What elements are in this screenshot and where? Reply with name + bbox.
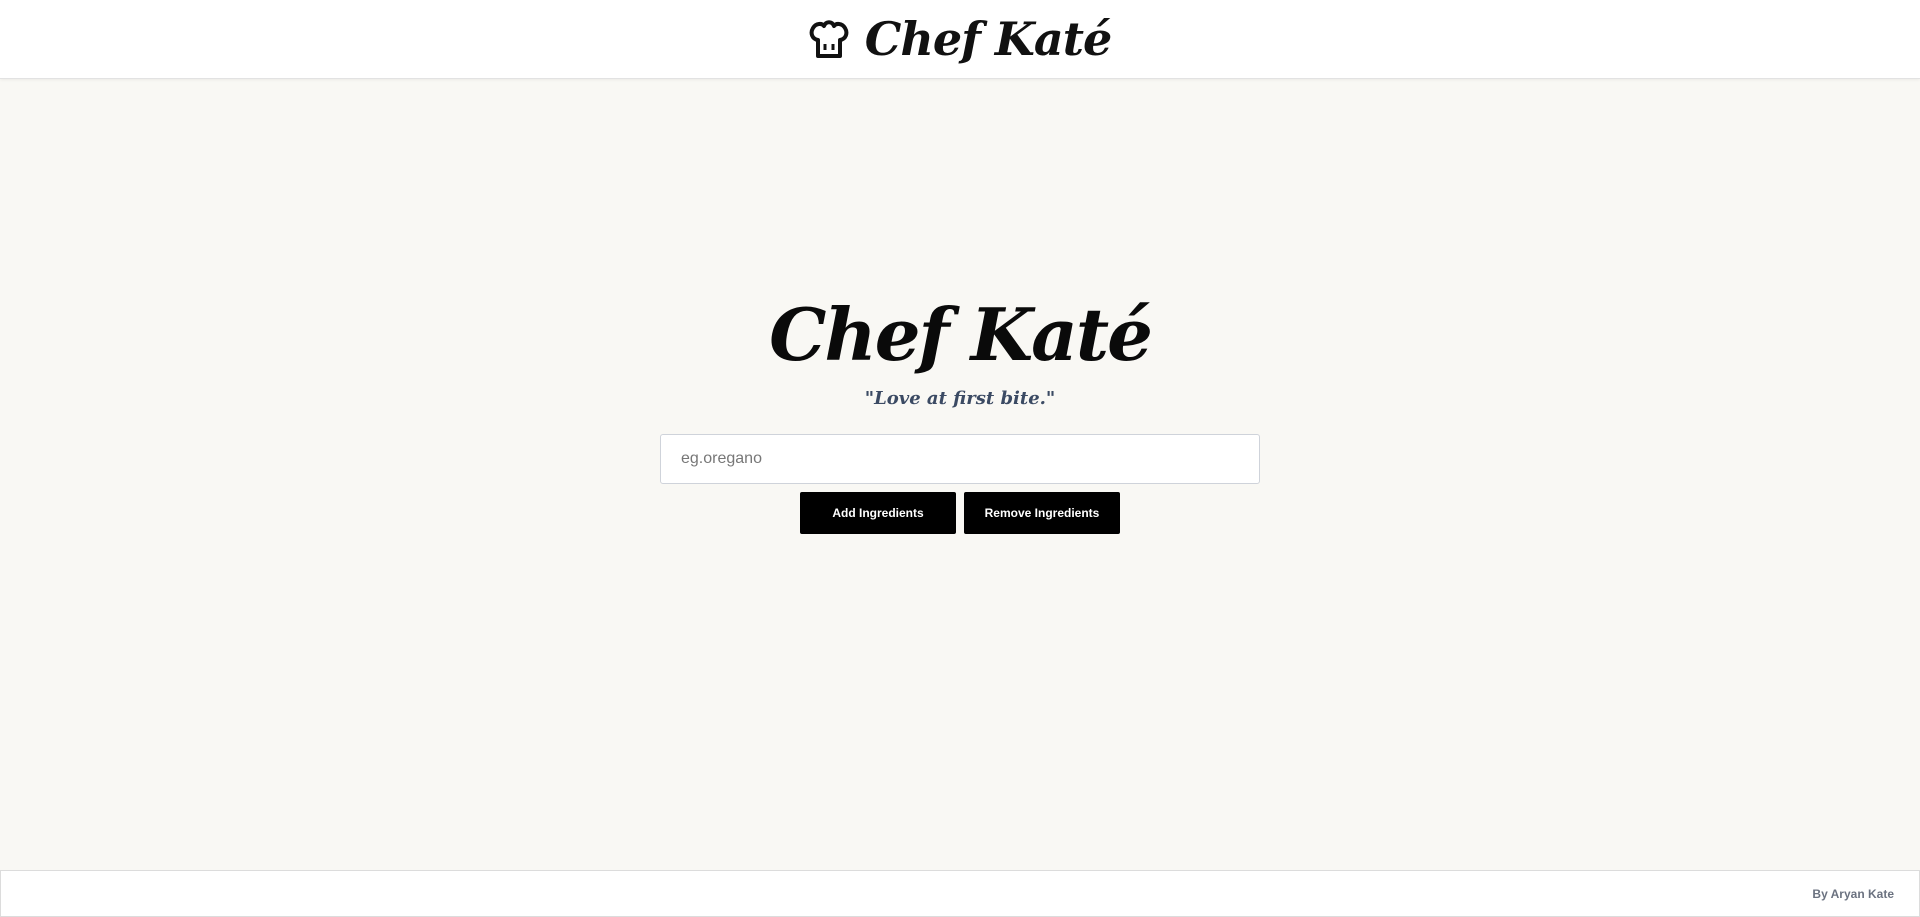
chef-hat-icon (809, 18, 849, 60)
footer-credit: By Aryan Kate (1812, 886, 1894, 901)
tagline: "Love at first bite." (864, 388, 1056, 409)
ingredient-input[interactable] (660, 434, 1260, 484)
remove-ingredients-button[interactable]: Remove Ingredients (964, 492, 1120, 534)
brand-title: Chef Katé (864, 12, 1112, 66)
footer: By Aryan Kate (0, 870, 1920, 917)
hero-section: Chef Katé "Love at first bite." Add Ingr… (0, 290, 1920, 534)
action-buttons: Add Ingredients Remove Ingredients (800, 492, 1120, 534)
hero-title: Chef Katé (769, 292, 1153, 377)
top-header: Chef Katé (0, 0, 1920, 79)
brand[interactable]: Chef Katé (809, 12, 1112, 66)
add-ingredients-button[interactable]: Add Ingredients (800, 492, 956, 534)
